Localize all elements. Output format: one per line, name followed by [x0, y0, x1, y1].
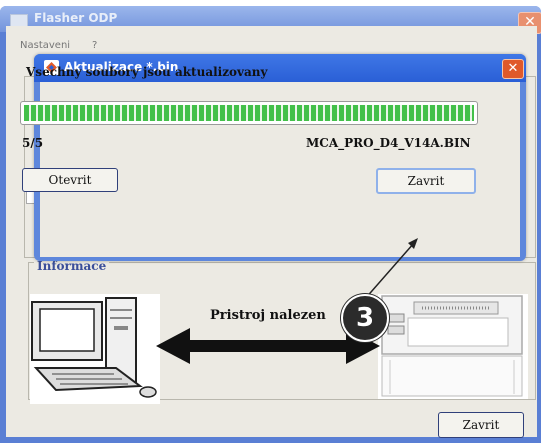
main-window-title: Flasher ODP [34, 11, 118, 25]
progress-bar [20, 101, 478, 125]
computer-icon [30, 294, 160, 404]
dialog-close-button[interactable]: Zavrit [376, 168, 476, 194]
progress-file-name: MCA_PRO_D4_V14A.BIN [306, 136, 471, 150]
dialog-close-icon[interactable]: ✕ [502, 59, 524, 79]
progress-count: 5/5 [22, 136, 44, 150]
menu-item-nastaveni[interactable]: Nastaveni [20, 40, 70, 51]
open-button[interactable]: Otevrit [22, 168, 118, 192]
dialog-message: Vsechny soubory jsou aktualizovany [26, 65, 268, 79]
menu-item-help[interactable]: ? [92, 40, 97, 51]
info-group-label: Informace [34, 259, 110, 273]
callout-badge: 3 [341, 294, 389, 342]
update-dialog: Aktualizace *.bin ✕ [34, 54, 526, 261]
main-close-button[interactable]: Zavrit [438, 412, 524, 438]
progress-fill [24, 105, 474, 121]
menubar [6, 26, 537, 44]
